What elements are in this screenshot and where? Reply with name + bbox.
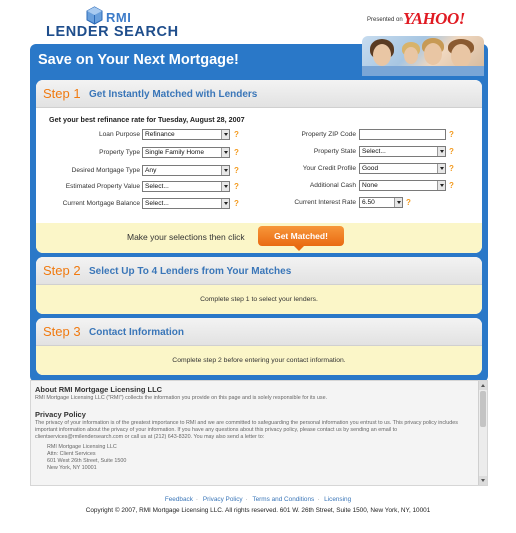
address-line: New York, NY 10001 [47,465,97,471]
mortgage-type-value: Any [145,167,157,174]
loan-purpose-select[interactable]: Refinance [142,129,230,140]
credit-profile-value: Good [362,165,379,172]
footer-link-feedback[interactable]: Feedback [165,496,193,503]
copyright: Copyright © 2007, RMI Mortgage Licensing… [85,507,431,514]
family-photo [362,36,484,76]
footer-links: Feedback · Privacy Policy · Terms and Cond… [164,496,352,503]
footer-link-licensing[interactable]: Licensing [324,496,351,503]
step3-number: Step 3 [43,324,81,339]
chevron-down-icon [394,198,402,207]
cta-bar: Make your selections then click Get Matc… [36,223,482,253]
logo-rmi-text: RMI [106,10,132,25]
credit-profile-label: Your Credit Profile [302,165,356,172]
property-type-select[interactable]: Single Family Home [142,147,230,158]
mailing-address: RMI Mortgage Licensing LLC Attn: Client … [47,444,475,472]
zip-code-input[interactable] [359,129,446,140]
step3-header: Step 3 Contact Information [36,318,482,346]
property-state-value: Select... [362,148,386,155]
step1-panel: Step 1 Get Instantly Matched with Lender… [36,80,482,253]
address-line: RMI Mortgage Licensing LLC [47,444,117,450]
hero-title: Save on Your Next Mortgage! [38,52,239,68]
privacy-text: The privacy of your information is of th… [35,420,458,440]
mortgage-balance-select[interactable]: Select... [142,198,230,209]
step2-panel: Step 2 Select Up To 4 Lenders from Your … [36,257,482,314]
scroll-up-arrow-icon[interactable] [479,381,487,390]
help-icon[interactable]: ? [406,198,411,207]
interest-rate-select[interactable]: 6.50 [359,197,403,208]
additional-cash-label: Additional Cash [309,182,356,189]
step2-note-bar: Complete step 1 to select your lenders. [36,285,482,314]
loan-purpose-value: Refinance [145,131,175,138]
scroll-thumb[interactable] [480,391,486,427]
address-line: Attn: Client Services [47,451,96,457]
property-type-value: Single Family Home [145,149,204,156]
help-icon[interactable]: ? [449,181,454,190]
chevron-down-icon [221,130,229,139]
legal-content: About RMI Mortgage Licensing LLC RMI Mor… [35,385,475,472]
privacy-title: Privacy Policy [35,410,86,419]
help-icon[interactable]: ? [449,130,454,139]
property-type-label: Property Type [99,149,140,156]
interest-rate-label: Current Interest Rate [294,199,356,206]
step3-note-bar: Complete step 2 before entering your con… [36,346,482,375]
footer-link-terms[interactable]: Terms and Conditions [252,496,314,503]
step3-panel: Step 3 Contact Information Complete step… [36,318,482,375]
get-matched-button[interactable]: Get Matched! [258,226,344,251]
help-icon[interactable]: ? [449,164,454,173]
mortgage-type-select[interactable]: Any [142,165,230,176]
property-state-label: Property State [313,148,356,155]
chevron-down-icon [221,166,229,175]
property-value-value: Select... [145,183,169,190]
address-line: 601 West 26th Street, Suite 1500 [47,458,127,464]
credit-profile-select[interactable]: Good [359,163,446,174]
about-text: RMI Mortgage Licensing LLC ("RMI") colle… [35,395,328,401]
step2-header: Step 2 Select Up To 4 Lenders from Your … [36,257,482,285]
page: RMI LENDER SEARCH Presented on YAHOO! Sa… [0,0,516,533]
scroll-down-arrow-icon[interactable] [479,476,487,485]
step2-title: Select Up To 4 Lenders from Your Matches [89,266,292,277]
about-title: About RMI Mortgage Licensing LLC [35,385,163,394]
chevron-down-icon [437,181,445,190]
cube-logo-icon [86,6,103,25]
rmi-logo[interactable]: RMI LENDER SEARCH [46,6,179,40]
chevron-down-icon [221,182,229,191]
step2-note: Complete step 1 to select your lenders. [200,296,318,303]
logo-lender-search-text: LENDER SEARCH [46,24,179,40]
yahoo-logo[interactable]: YAHOO! [403,9,465,29]
step1-number: Step 1 [43,86,81,101]
step3-note: Complete step 2 before entering your con… [172,357,346,364]
cta-instruction: Make your selections then click [127,232,245,242]
mortgage-balance-value: Select... [145,200,169,207]
chevron-down-icon [221,148,229,157]
property-state-select[interactable]: Select... [359,146,446,157]
chevron-down-icon [437,164,445,173]
chevron-down-icon [437,147,445,156]
step1-title: Get Instantly Matched with Lenders [89,89,258,100]
help-icon[interactable]: ? [449,147,454,156]
mortgage-type-label: Desired Mortgage Type [71,167,140,174]
zip-code-label: Property ZIP Code [301,131,357,138]
chevron-down-icon [221,199,229,208]
legal-scroll-box[interactable]: About RMI Mortgage Licensing LLC RMI Mor… [30,380,488,486]
mortgage-balance-label: Current Mortgage Balance [62,200,140,207]
interest-rate-value: 6.50 [362,199,375,206]
property-value-select[interactable]: Select... [142,181,230,192]
footer-link-privacy[interactable]: Privacy Policy [203,496,243,503]
legal-scrollbar[interactable] [478,381,487,485]
step3-title: Contact Information [89,327,184,338]
loan-purpose-label: Loan Purpose [98,131,140,138]
step1-header: Step 1 Get Instantly Matched with Lender… [36,80,482,108]
additional-cash-select[interactable]: None [359,180,446,191]
property-value-label: Estimated Property Value [65,183,140,190]
additional-cash-value: None [362,182,378,189]
rate-date-heading: Get your best refinance rate for Tuesday… [49,115,245,124]
step2-number: Step 2 [43,263,81,278]
presented-on-text: Presented on [367,17,403,23]
